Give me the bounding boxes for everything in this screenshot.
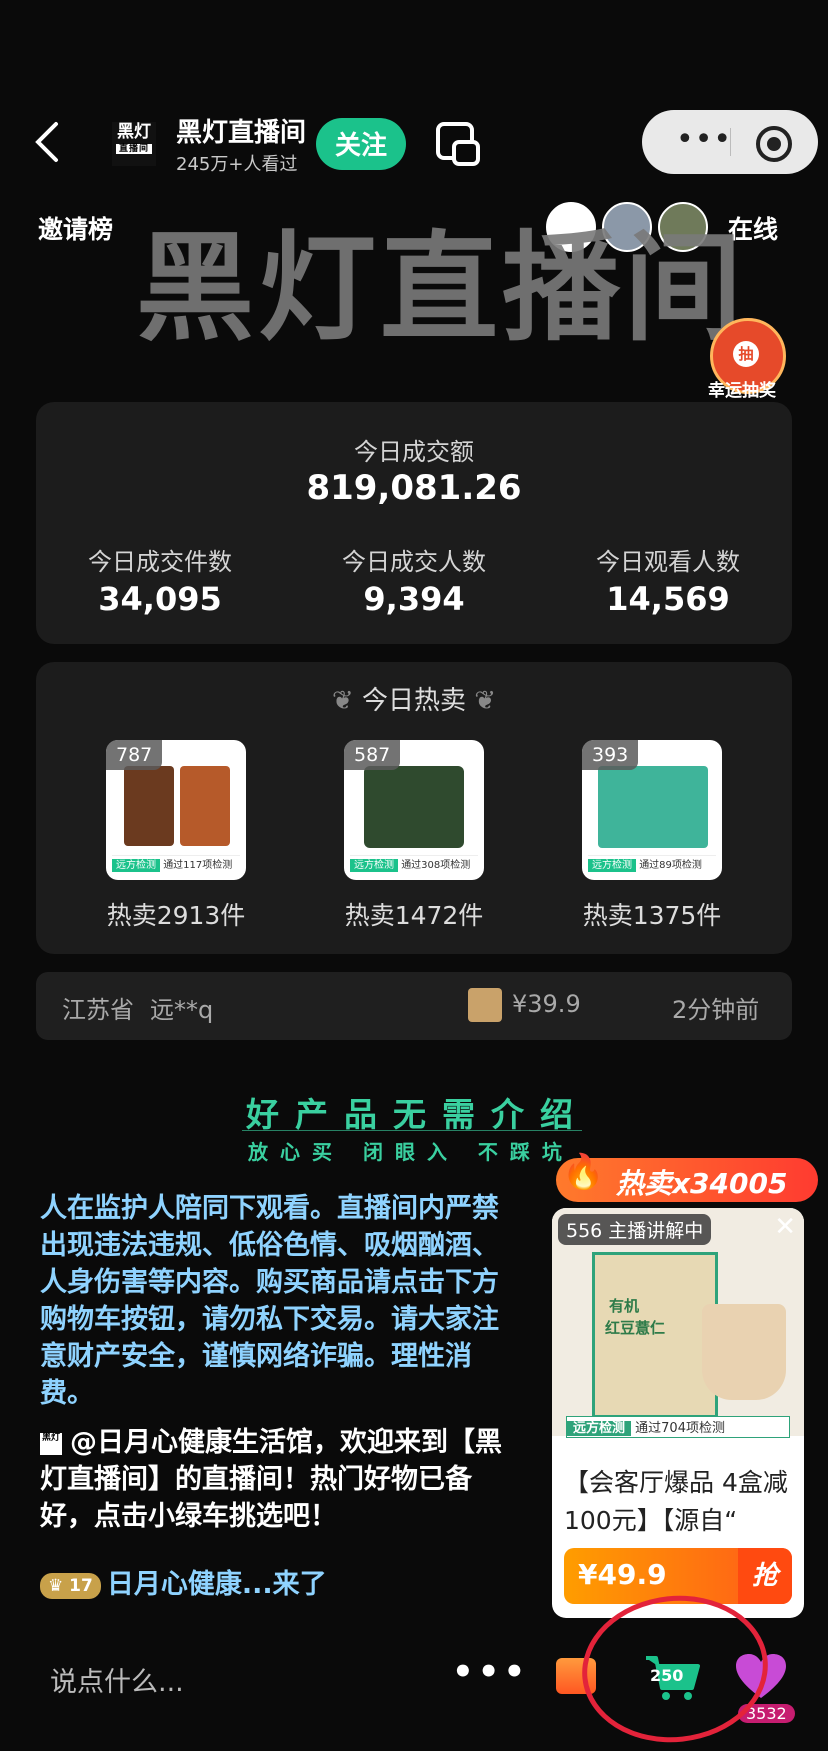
slogan-main: 好产品无需介绍 [246, 1095, 589, 1134]
lottery-glyph: 抽 [733, 341, 759, 367]
product-count: 393 [582, 740, 639, 770]
hot-product[interactable]: 787 远方检测 通过117项检测 [106, 740, 246, 880]
fan-level-badge: ♛ 17 [40, 1572, 101, 1599]
close-record-icon[interactable] [756, 126, 792, 162]
room-banner: 黑灯直播间 [136, 219, 747, 357]
product-desc: 【会客厅爆品 4盒减100元】【源自“ [564, 1468, 788, 1535]
stat-label: 今日成交件数 [88, 548, 232, 576]
product-sold: 热卖1375件 [582, 901, 722, 930]
room-name[interactable]: 黑灯直播间 [176, 112, 306, 149]
more-options-icon[interactable]: ••• [452, 1655, 529, 1689]
close-icon[interactable]: ✕ [774, 1212, 796, 1242]
stat-label: 今日观看人数 [596, 548, 740, 576]
hot-sale-badge: 🔥 热卖x34005 [556, 1152, 818, 1202]
mini-program-capsule[interactable]: ••• [642, 110, 818, 174]
grab-label: 抢 [738, 1548, 792, 1604]
stat-label: 今日成交人数 [342, 548, 486, 576]
product-tag: 远方检测 通过308项检测 [350, 855, 478, 874]
lottery-label[interactable]: 幸运抽奖 [708, 376, 776, 401]
slogan-divider [242, 1130, 582, 1131]
back-arrow-icon[interactable] [30, 118, 66, 166]
hot-products-panel: ❦ 今日热卖 ❦ 787 远方检测 通过117项检测 热卖2913件 587 远… [36, 662, 792, 954]
logo-text: 黑灯 [117, 122, 151, 142]
ticker-thumbnail [468, 988, 502, 1022]
stat-value: 9,394 [363, 580, 465, 618]
room-logo[interactable]: 黑灯 直播间 [112, 122, 156, 166]
product-sold: 热卖2913件 [106, 901, 246, 930]
hot-title: ❦ 今日热卖 ❦ [331, 686, 497, 716]
explaining-badge: 556 主播讲解中 [558, 1214, 712, 1245]
stat-value: 34,095 [98, 580, 222, 618]
ticker-user: 远**q [150, 996, 214, 1024]
stats-panel: 今日成交额 819,081.26 今日成交件数 34,095 今日成交人数 9,… [36, 402, 792, 644]
hot-product[interactable]: 587 远方检测 通过308项检测 [344, 740, 484, 880]
product-sold: 热卖1472件 [344, 901, 484, 930]
order-ticker: 江苏省 远**q ¥39.9 2分钟前 [36, 972, 792, 1040]
logo-sub: 直播间 [116, 144, 152, 154]
invite-rank[interactable]: 邀请榜 [38, 210, 113, 246]
ticker-location: 江苏省 [62, 996, 134, 1024]
product-count: 587 [344, 740, 401, 770]
laurel-icon: ❦ [466, 686, 497, 716]
viewer-count: 245万+人看过 [176, 154, 298, 175]
more-icon[interactable]: ••• [676, 125, 732, 155]
comment-input[interactable]: 说点什么... [50, 1660, 184, 1699]
product-count: 787 [106, 740, 163, 770]
ticker-time: 2分钟前 [672, 996, 760, 1024]
welcome-message: 黑灯 @日月心健康生活馆，欢迎来到【黑灯直播间】的直播间！热门好物已备好，点击小绿… [40, 1427, 502, 1532]
stat-value: 14,569 [606, 580, 730, 618]
product-tag: 远方检测 通过117项检测 [112, 855, 240, 874]
product-tag: 远方检测 通过704项检测 [566, 1416, 790, 1438]
laurel-icon: ❦ [331, 686, 362, 716]
capsule-divider [730, 128, 731, 156]
flame-icon: 🔥 [562, 1152, 605, 1192]
slogan-sub: 放心买 闭眼入 不踩坑 [248, 1140, 574, 1164]
ticker-price: ¥39.9 [512, 990, 581, 1018]
product-price: ¥49.9 [578, 1558, 667, 1591]
system-notice: 人在监护人陪同下观看。直播间内严禁出现违法违规、低俗色情、吸烟酗酒、人身伤害等内… [40, 1193, 499, 1409]
gmv-label: 今日成交额 [354, 438, 474, 466]
share-screen-icon[interactable] [434, 120, 484, 170]
featured-product-card[interactable]: 有机 红豆薏仁 556 主播讲解中 ✕ 远方检测 通过704项检测 【会客厅爆品 … [552, 1208, 804, 1618]
follow-button[interactable]: 关注 [316, 118, 406, 170]
join-message: ♛ 17 日月心健康...来了 [40, 1566, 327, 1603]
hot-product[interactable]: 393 远方检测 通过89项检测 [582, 740, 722, 880]
product-tag: 远方检测 通过89项检测 [588, 855, 716, 874]
room-logo-mini-icon: 黑灯 [40, 1432, 62, 1455]
gmv-value: 819,081.26 [306, 468, 522, 508]
